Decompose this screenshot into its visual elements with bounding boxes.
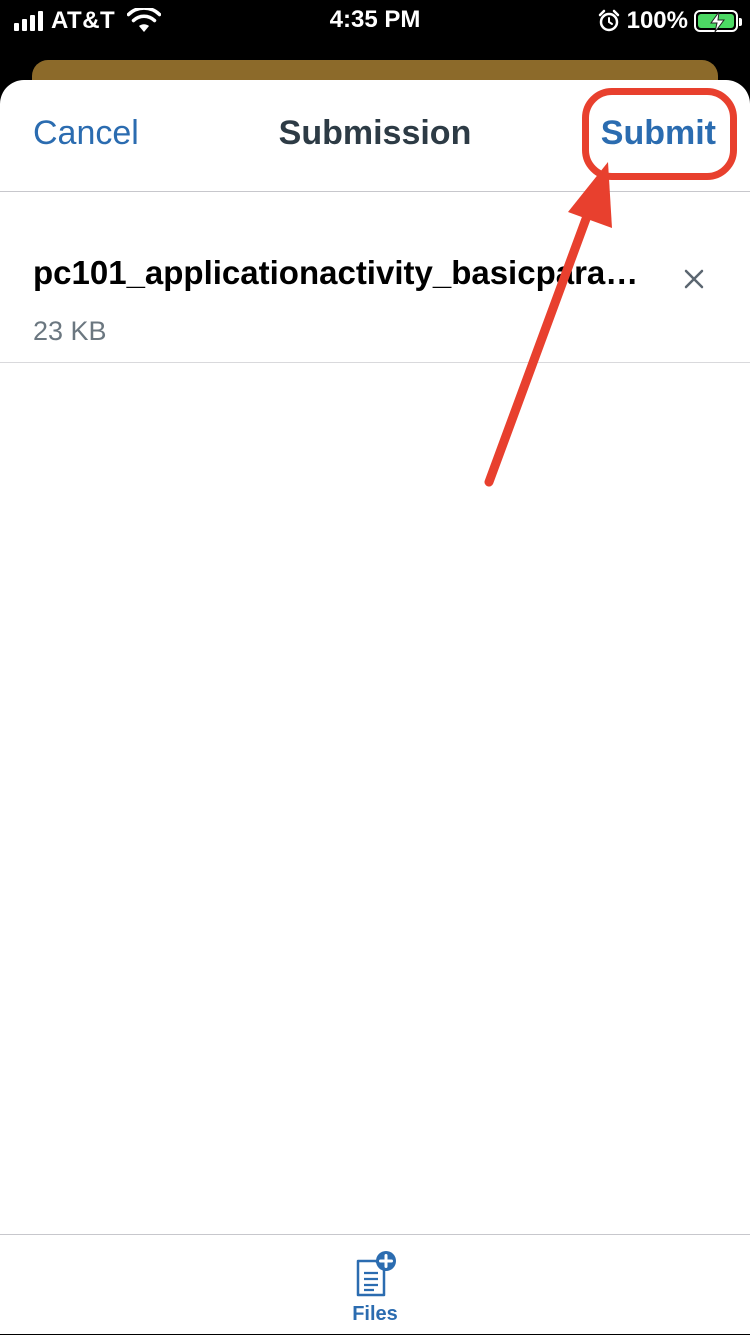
nav-bar: Cancel Submission Submit — [0, 80, 750, 192]
file-list-item: pc101_applicationactivity_basicparagr...… — [0, 192, 750, 363]
submit-highlight-ring — [582, 88, 737, 180]
status-right: 100% — [597, 6, 742, 36]
tab-files-label: Files — [352, 1303, 398, 1325]
battery-icon — [694, 10, 742, 33]
tab-files[interactable]: Files — [325, 1249, 425, 1335]
close-icon[interactable] — [680, 265, 708, 293]
alarm-icon — [598, 9, 619, 32]
submission-sheet: Cancel Submission Submit pc101_applicati… — [0, 80, 750, 1334]
battery-percentage: 100% — [626, 7, 688, 34]
file-size: 23 KB — [33, 316, 107, 346]
files-add-icon — [356, 1251, 396, 1297]
tab-bar: Files — [0, 1234, 750, 1334]
status-bar: AT&T 4:35 PM 100% — [0, 0, 750, 44]
file-name: pc101_applicationactivity_basicparagr... — [33, 254, 648, 291]
